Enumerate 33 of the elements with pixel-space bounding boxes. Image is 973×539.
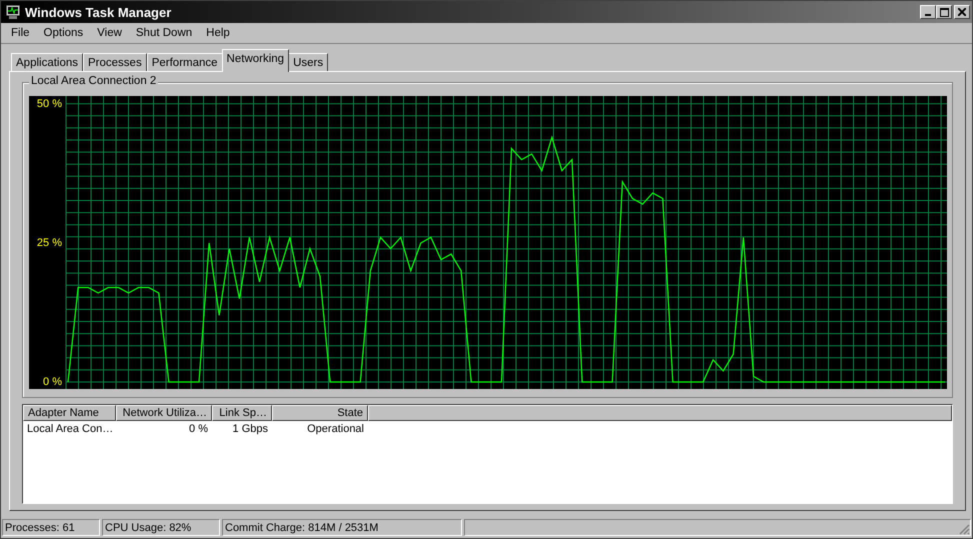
tab[interactable]: Users [288,53,328,72]
axis-label: 50 % [36,98,62,110]
group-title: Local Area Connection 2 [29,75,158,87]
menu-item[interactable]: Options [36,27,90,39]
window-title: Windows Task Manager [25,4,172,20]
status-pane: Processes: 61 [2,518,100,536]
minimize-button[interactable] [920,5,936,19]
table-cell-text: 1 Gbps [232,422,269,434]
maximize-icon [940,8,948,16]
tab[interactable]: Processes [83,53,147,72]
tab[interactable]: Networking [222,49,290,72]
monitor-icon [5,4,21,20]
menu-item[interactable]: Shut Down [128,27,200,39]
table-cell-text: 0 % [188,422,209,434]
tab[interactable]: Applications [11,53,84,72]
column-header[interactable]: Link Sp… [212,405,272,421]
table-cell-text: Local Area Con… [26,422,114,434]
status-pane: CPU Usage: 82% [102,518,220,536]
column-header[interactable]: Network Utiliza… [116,405,212,421]
menu-item[interactable]: File [4,27,37,39]
maximize-button[interactable] [936,5,952,19]
resize-grip-icon [959,524,970,535]
column-header[interactable]: Adapter Name [23,405,116,421]
close-icon [958,8,966,16]
table-cell-text: Operational [306,422,365,434]
menu-item[interactable]: Help [199,27,237,39]
axis-label: 25 % [36,236,62,249]
close-button[interactable] [954,5,970,19]
menu-item[interactable]: View [90,27,129,39]
axis-label: 0 % [43,376,62,388]
tab[interactable]: Performance [146,53,223,72]
status-pane: Commit Charge: 814M / 2531M [222,518,462,536]
column-header[interactable]: State [272,405,368,421]
